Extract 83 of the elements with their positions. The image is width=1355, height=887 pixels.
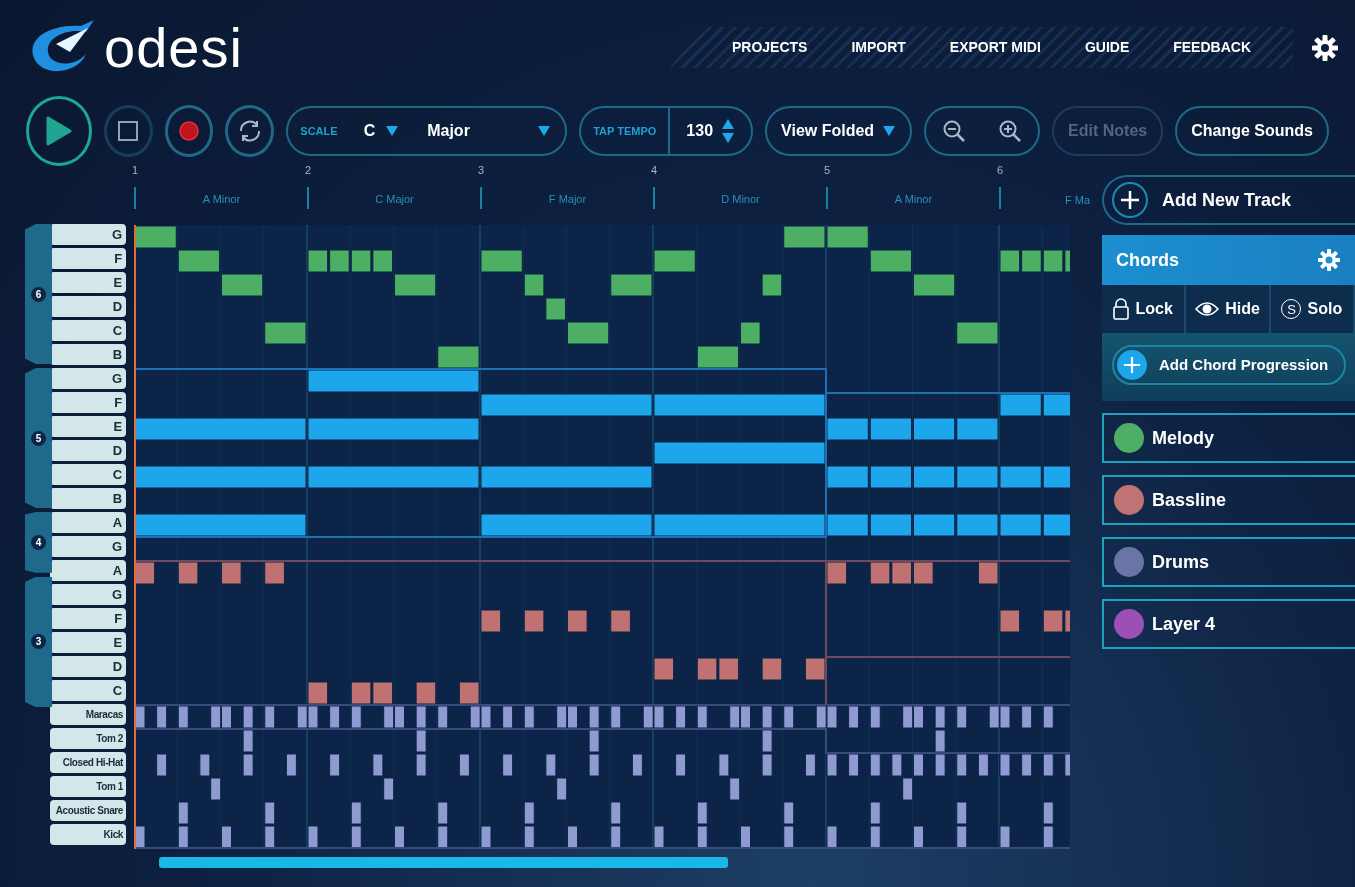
view-dropdown[interactable]: View Folded (765, 106, 913, 156)
piano-key[interactable]: Closed Hi-Hat (50, 752, 126, 773)
mode-dropdown[interactable]: Major (413, 108, 566, 154)
horizontal-scrollbar[interactable] (159, 857, 728, 868)
add-track-button[interactable]: Add New Track (1102, 175, 1355, 225)
zoom-in-icon (998, 119, 1023, 144)
piano-key[interactable]: C (50, 680, 126, 701)
bar-number: 4 (651, 163, 658, 177)
tap-tempo-button[interactable]: TAP TEMPO (581, 108, 669, 154)
nav-link[interactable]: EXPORT MIDI (927, 37, 1063, 58)
piano-key[interactable]: F (50, 392, 126, 413)
stop-button[interactable] (103, 105, 153, 157)
nav-link[interactable]: FEEDBACK (1151, 37, 1273, 58)
record-button[interactable] (164, 105, 214, 157)
bar-number: 6 (997, 163, 1004, 177)
play-icon (45, 116, 72, 146)
eye-icon (1195, 301, 1220, 317)
stepper-icon[interactable] (721, 118, 736, 144)
plus-icon (1110, 180, 1150, 220)
scale-label: SCALE (299, 123, 339, 139)
brand-name: odesi (104, 19, 243, 76)
chord-name: D Minor (720, 192, 761, 207)
nav-link[interactable]: IMPORT (829, 37, 928, 58)
loop-button[interactable] (225, 105, 275, 157)
piano-key[interactable]: Kick (50, 824, 126, 845)
piano-key[interactable]: F (50, 248, 126, 269)
octave-label: 6 (31, 286, 46, 302)
piano-key[interactable]: B (50, 488, 126, 509)
bar-number: 2 (305, 163, 312, 177)
piano-key[interactable]: D (50, 296, 126, 317)
piano-key[interactable]: E (50, 632, 126, 653)
piano-key[interactable]: D (50, 440, 126, 461)
track-row[interactable]: Melody (1102, 413, 1355, 463)
zoom-out-icon (942, 119, 967, 144)
stop-icon (118, 121, 139, 141)
chord-name: A Minor (201, 192, 242, 207)
caret-icon (537, 125, 552, 137)
piano-key[interactable]: G (50, 224, 126, 245)
track-row[interactable]: Bassline (1102, 475, 1355, 525)
piano-key[interactable]: F (50, 608, 126, 629)
piano-key[interactable]: A (50, 512, 126, 533)
piano-key[interactable]: B (50, 344, 126, 365)
toolbar-button[interactable]: Change Sounds (1175, 106, 1329, 156)
piano-key[interactable]: Acoustic Snare (50, 800, 126, 821)
chord-name: F Ma (1065, 193, 1091, 208)
octave-label: 3 (31, 634, 46, 650)
octave-label: 5 (31, 430, 46, 446)
bar-number: 5 (824, 163, 831, 177)
bar-number: 1 (132, 163, 139, 177)
piano-key[interactable]: E (50, 272, 126, 293)
piano-key[interactable]: Maracas (50, 704, 126, 725)
bar-number: 3 (478, 163, 485, 177)
chord-name: C Major (374, 192, 415, 207)
chord-name: F Major (547, 192, 588, 207)
play-button[interactable] (26, 96, 92, 166)
piano-key[interactable]: Tom 2 (50, 728, 126, 749)
add-chord-progression-button[interactable]: Add Chord Progression (1112, 345, 1347, 385)
record-icon (178, 120, 200, 142)
piano-roll-drawing[interactable] (134, 225, 1070, 849)
track-row[interactable]: Drums (1102, 537, 1355, 587)
piano-key[interactable]: C (50, 464, 126, 485)
settings-icon[interactable] (1311, 33, 1339, 62)
key-dropdown[interactable]: C (349, 108, 414, 154)
nav-link[interactable]: GUIDE (1062, 37, 1152, 58)
piano-key[interactable]: D (50, 656, 126, 677)
chord-name: A Minor (893, 192, 934, 207)
plus-icon (1117, 350, 1147, 380)
caret-icon (882, 125, 897, 137)
lock-icon (1113, 298, 1130, 320)
track-header[interactable]: Chords (1102, 235, 1355, 285)
piano-key[interactable]: C (50, 320, 126, 341)
caret-icon (385, 125, 400, 137)
piano-key[interactable]: Tom 1 (50, 776, 126, 797)
tempo-value: 130 (686, 121, 714, 141)
piano-key[interactable]: G (50, 536, 126, 557)
piano-key[interactable]: G (50, 584, 126, 605)
piano-key[interactable]: G (50, 368, 126, 389)
octave-label: 4 (31, 534, 46, 550)
track-name: Chords (1116, 248, 1179, 272)
nav-link[interactable]: PROJECTS (709, 37, 830, 58)
piano-key[interactable]: E (50, 416, 126, 437)
piano-key[interactable]: A (50, 560, 126, 581)
track-row[interactable]: Layer 4 (1102, 599, 1355, 649)
